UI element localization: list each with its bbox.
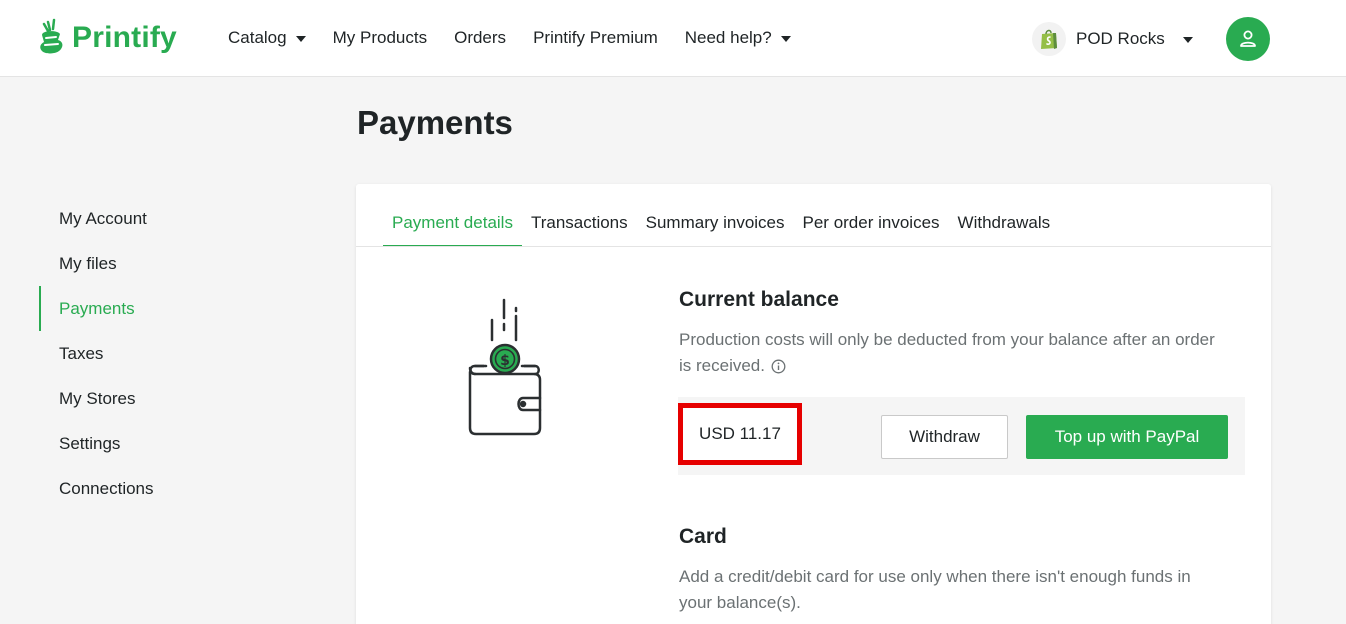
main-nav: Catalog My Products Orders Printify Prem… [228, 28, 818, 48]
tab-summary-invoices[interactable]: Summary invoices [637, 184, 794, 247]
tab-payment-details[interactable]: Payment details [383, 184, 522, 247]
card-section-description: Add a credit/debit card for use only whe… [679, 564, 1259, 616]
nav-need-help-label: Need help? [684, 28, 772, 47]
tab-transactions[interactable]: Transactions [522, 184, 637, 247]
user-avatar[interactable] [1226, 17, 1270, 61]
nav-printify-premium-label: Printify Premium [533, 28, 658, 47]
balance-amount: USD 11.17 [678, 403, 802, 465]
printify-logo[interactable]: Printify [38, 18, 177, 58]
shopify-bag-icon [1032, 22, 1066, 56]
card-section-title: Card [679, 525, 727, 548]
sidebar-item-settings[interactable]: Settings [39, 421, 239, 466]
card-description-line2: your balance(s). [679, 593, 801, 612]
tab-withdrawals[interactable]: Withdrawals [949, 184, 1060, 247]
current-balance-description-line1: Production costs will only be deducted f… [679, 330, 1215, 349]
top-header: Printify Catalog My Products Orders Prin… [0, 0, 1346, 77]
caret-down-icon [1182, 37, 1193, 43]
withdraw-button[interactable]: Withdraw [881, 415, 1008, 459]
nav-orders[interactable]: Orders [454, 28, 506, 48]
balance-row: USD 11.17 Withdraw Top up with PayPal [678, 397, 1245, 475]
caret-down-icon [295, 36, 306, 42]
payments-panel: Payment details Transactions Summary inv… [356, 184, 1271, 624]
top-up-paypal-button[interactable]: Top up with PayPal [1026, 415, 1228, 459]
settings-sidebar: My Account My files Payments Taxes My St… [39, 196, 239, 511]
wallet-coin-illustration: $ [468, 298, 542, 436]
store-name: POD Rocks [1076, 29, 1165, 48]
nav-orders-label: Orders [454, 28, 507, 47]
sidebar-item-taxes[interactable]: Taxes [39, 331, 239, 376]
nav-my-products-label: My Products [332, 28, 428, 47]
sidebar-item-my-account[interactable]: My Account [39, 196, 239, 241]
nav-catalog[interactable]: Catalog [228, 28, 306, 48]
tabs-divider [356, 246, 1271, 247]
nav-my-products[interactable]: My Products [333, 28, 427, 48]
tab-per-order-invoices[interactable]: Per order invoices [794, 184, 949, 247]
printify-mascot-icon [40, 18, 63, 54]
svg-text:$: $ [500, 353, 510, 369]
caret-down-icon [780, 36, 791, 42]
nav-need-help[interactable]: Need help? [685, 28, 791, 48]
sidebar-item-connections[interactable]: Connections [39, 466, 239, 511]
user-icon [1240, 30, 1256, 47]
page-title: Payments [357, 104, 513, 141]
current-balance-description: Production costs will only be deducted f… [679, 327, 1259, 379]
sidebar-item-my-files[interactable]: My files [39, 241, 239, 286]
current-balance-title: Current balance [679, 288, 839, 311]
info-icon[interactable] [771, 359, 786, 374]
current-balance-description-line2: is received. [679, 356, 765, 375]
payments-tabs: Payment details Transactions Summary inv… [383, 184, 1059, 247]
sidebar-item-payments[interactable]: Payments [39, 286, 239, 331]
brand-name: Printify [72, 21, 177, 54]
card-description-line1: Add a credit/debit card for use only whe… [679, 567, 1191, 586]
nav-catalog-label: Catalog [228, 28, 287, 47]
store-selector[interactable]: POD Rocks [1032, 22, 1193, 56]
nav-printify-premium[interactable]: Printify Premium [533, 28, 658, 48]
sidebar-item-my-stores[interactable]: My Stores [39, 376, 239, 421]
